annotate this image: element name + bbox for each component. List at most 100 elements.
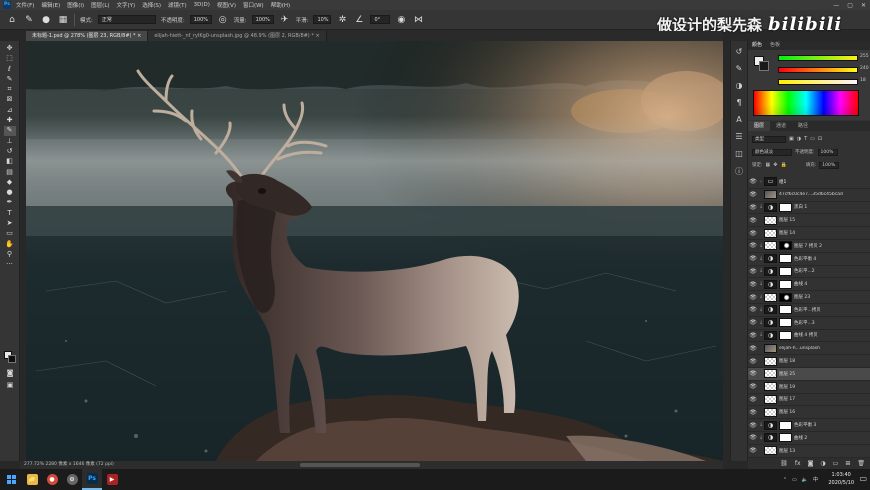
layer-kind-filter[interactable]: 类型 [752, 135, 786, 143]
eyedropper-tool-icon[interactable]: ⊿ [4, 106, 16, 115]
color-bg-swatch[interactable] [759, 61, 769, 71]
menu-help[interactable]: 帮助(H) [271, 1, 290, 9]
mode-select[interactable]: 正常 [97, 15, 156, 24]
lasso-tool-icon[interactable]: ℓ [4, 65, 16, 74]
tab-layers[interactable]: 图层 [748, 121, 771, 131]
filter-adjust-icon[interactable]: ◑ [797, 136, 801, 142]
new-group-icon[interactable]: ▭ [833, 460, 839, 467]
taskbar-chrome[interactable]: ● [42, 469, 62, 490]
color-spectrum[interactable] [753, 90, 859, 116]
link-layers-icon[interactable]: ⛓ [780, 460, 788, 467]
layer-row[interactable]: 👁 elijah-h...unsplash [748, 342, 870, 356]
minimize-icon[interactable]: — [833, 2, 839, 9]
visibility-eye-icon[interactable]: 👁 [748, 345, 758, 352]
layer-mask-thumbnail[interactable] [779, 266, 792, 276]
lock-position-icon[interactable]: ✥ [773, 162, 777, 168]
taskbar-file-explorer[interactable]: 📁 [22, 469, 42, 490]
fill-field[interactable]: 100% [819, 161, 840, 169]
blur-tool-icon[interactable]: ◆ [4, 178, 16, 187]
filter-pixel-icon[interactable]: ▣ [789, 136, 794, 142]
menu-3d[interactable]: 3D(D) [194, 2, 210, 8]
layer-row[interactable]: 👁 ↓ ◑ 曲线 2 [748, 432, 870, 445]
visibility-eye-icon[interactable]: 👁 [748, 434, 758, 441]
visibility-eye-icon[interactable]: 👁 [748, 281, 758, 288]
layer-opacity-field[interactable]: 100% [817, 148, 838, 156]
red-value[interactable]: 255 [860, 54, 869, 59]
visibility-eye-icon[interactable]: 👁 [748, 306, 758, 313]
blue-value[interactable]: 18 [860, 78, 866, 83]
visibility-eye-icon[interactable]: 👁 [748, 242, 758, 249]
lock-pixels-icon[interactable]: ▦ [766, 162, 771, 168]
healing-tool-icon[interactable]: ✚ [4, 116, 16, 125]
brush-panel-icon[interactable]: ✎ [736, 64, 743, 73]
visibility-eye-icon[interactable]: 👁 [748, 255, 758, 262]
visibility-eye-icon[interactable]: 👁 [748, 191, 758, 198]
layer-mask-thumbnail[interactable] [779, 433, 792, 443]
blend-mode-select[interactable]: 颜色减淡 [752, 148, 792, 156]
start-button[interactable] [0, 469, 22, 490]
tab-document-1[interactable]: 未标题-1.psd @ 278% (图层 23, RGB/8#) * × [26, 31, 149, 41]
layer-row[interactable]: 👁 图层 25 [748, 367, 870, 381]
more-tools-icon[interactable]: ··· [4, 260, 16, 269]
history-brush-tool-icon[interactable]: ↺ [4, 147, 16, 156]
visibility-eye-icon[interactable]: 👁 [748, 358, 758, 365]
visibility-eye-icon[interactable]: 👁 [748, 268, 758, 275]
pen-tool-icon[interactable]: ✒ [4, 198, 16, 207]
brush-tool-icon[interactable]: ✎ [23, 14, 35, 26]
layer-row[interactable]: 👁 ↓ ◑ 曲线 4 拷贝 [748, 330, 870, 343]
visibility-eye-icon[interactable]: 👁 [748, 447, 758, 454]
layer-row[interactable]: 👁 ↓ ◑ 色彩平...拷贝 [748, 304, 870, 317]
symmetry-icon[interactable]: ⋈ [412, 14, 424, 26]
home-icon[interactable]: ⌂ [6, 14, 18, 26]
marquee-tool-icon[interactable]: ⬚ [4, 54, 16, 63]
libraries-icon[interactable]: ◫ [735, 149, 743, 158]
layer-row[interactable]: 👁 图层 19 [748, 381, 870, 394]
network-icon[interactable]: ▭ [792, 477, 797, 483]
pressure-opacity-icon[interactable]: ◎ [217, 14, 229, 26]
layer-mask-thumbnail[interactable] [779, 279, 792, 289]
layer-mask-thumbnail[interactable] [779, 330, 792, 340]
layer-row[interactable]: 👁 图层 18 [748, 355, 870, 368]
flow-field[interactable]: 100% [251, 15, 274, 24]
zoom-tool-icon[interactable]: ⚲ [4, 250, 16, 259]
new-adjustment-icon[interactable]: ◑ [820, 460, 825, 467]
green-value[interactable]: 240 [860, 66, 869, 71]
maximize-icon[interactable]: ▢ [847, 2, 853, 9]
layer-mask-thumbnail[interactable] [779, 305, 792, 315]
pressure-size-icon[interactable]: ◉ [395, 14, 407, 26]
tab-document-2[interactable]: elijah-hiett-_nf_rylKg0-unsplash.jpg @ 4… [148, 31, 327, 41]
visibility-eye-icon[interactable]: 👁 [748, 370, 758, 377]
visibility-eye-icon[interactable]: 👁 [748, 409, 758, 416]
ime-indicator[interactable]: 中 [813, 476, 818, 483]
shape-tool-icon[interactable]: ▭ [4, 229, 16, 238]
filter-type-icon[interactable]: T [804, 136, 807, 142]
layer-row[interactable]: 👁 ↓ ◑ 曲线 4 [748, 278, 870, 292]
visibility-eye-icon[interactable]: 👁 [748, 396, 758, 403]
menu-edit[interactable]: 编辑(E) [41, 1, 60, 9]
character-icon[interactable]: A [736, 115, 741, 124]
green-slider[interactable] [778, 67, 858, 73]
taskbar-photoshop[interactable]: Ps [82, 469, 102, 490]
airbrush-icon[interactable]: ✈ [279, 14, 291, 26]
taskbar-media[interactable]: ▶ [102, 469, 122, 490]
blue-slider[interactable] [778, 79, 858, 85]
history-icon[interactable]: ↺ [736, 47, 743, 56]
visibility-eye-icon[interactable]: 👁 [748, 204, 758, 211]
ps-logo-icon[interactable]: Ps [3, 1, 11, 9]
trash-icon[interactable]: 🗑 [857, 460, 865, 467]
layer-row[interactable]: 👁 图层 14 [748, 227, 870, 240]
tab-paths[interactable]: 路径 [792, 121, 814, 131]
visibility-eye-icon[interactable]: 👁 [748, 294, 758, 301]
red-slider[interactable] [778, 55, 858, 61]
layer-row[interactable]: 👁 ↓ 图层 23 [748, 291, 870, 304]
new-layer-icon[interactable]: ⊞ [845, 460, 850, 467]
dodge-tool-icon[interactable]: ● [4, 188, 16, 197]
layer-row[interactable]: 👁 ↓ 图层 7 拷贝 2 [748, 240, 870, 253]
opacity-field[interactable]: 100% [189, 15, 212, 24]
tab-color[interactable]: 颜色 [752, 41, 762, 50]
brush-preset-icon[interactable]: ● [40, 14, 52, 26]
layer-row[interactable]: 👁 47cf6c0c4e7...35d6c45bcad [748, 189, 870, 202]
layer-row[interactable]: 👁 › ▭ 组1 [748, 176, 870, 189]
filter-smart-icon[interactable]: ⊡ [818, 136, 822, 142]
angle-field[interactable]: 0° [370, 15, 391, 24]
